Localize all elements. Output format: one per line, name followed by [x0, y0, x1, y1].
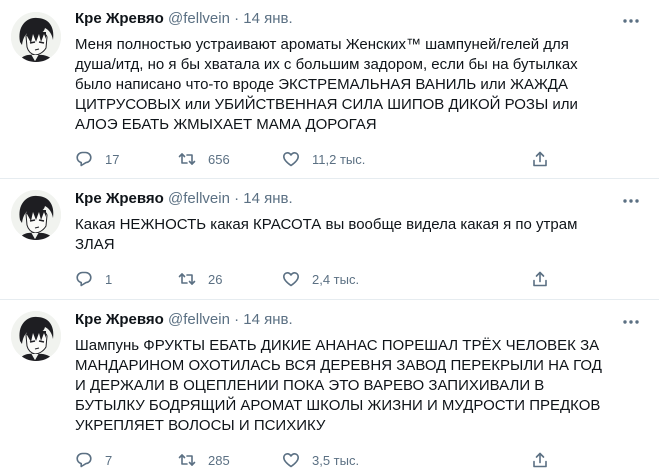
like-count: 3,5 тыс.	[312, 452, 360, 468]
author-name[interactable]: Кре Жревяо	[75, 10, 164, 27]
tweet[interactable]: Кре Жревяо @fellvein · 14 янв. Шампунь Ф…	[0, 300, 659, 476]
tweet-text: Какая НЕЖНОСТЬ какая КРАСОТА вы вообще в…	[75, 216, 578, 253]
separator-dot: ·	[234, 311, 240, 328]
more-icon[interactable]	[621, 11, 641, 31]
tweet-text: Шампунь ФРУКТЫ ЕБАТЬ ДИКИЕ АНАНАС ПОРЕША…	[75, 337, 602, 434]
retweet-icon	[178, 153, 196, 165]
share-button[interactable]	[531, 269, 549, 289]
avatar[interactable]	[11, 311, 61, 361]
author-handle[interactable]: @fellvein	[168, 190, 230, 207]
retweet-button[interactable]: 285	[178, 450, 230, 470]
separator-dot: ·	[234, 190, 240, 207]
like-icon	[283, 453, 299, 468]
tweet-text: Меня полностью устраивают ароматы Женски…	[75, 36, 578, 133]
reply-icon	[76, 271, 92, 287]
reply-button[interactable]: 1	[75, 269, 112, 289]
like-count: 2,4 тыс.	[312, 271, 360, 287]
reply-button[interactable]: 7	[75, 450, 112, 470]
tweet-actions: 17 656 11,2 тыс.	[75, 149, 595, 169]
tweet-header: Кре Жревяо @fellvein · 14 янв.	[75, 189, 293, 209]
like-icon	[283, 152, 299, 167]
reply-button[interactable]: 17	[75, 149, 119, 169]
tweet[interactable]: Кре Жревяо @fellvein · 14 янв. Какая НЕЖ…	[0, 179, 659, 300]
author-name[interactable]: Кре Жревяо	[75, 311, 164, 328]
author-name[interactable]: Кре Жревяо	[75, 190, 164, 207]
avatar[interactable]	[11, 190, 61, 240]
like-button[interactable]: 2,4 тыс.	[282, 269, 359, 289]
share-icon	[533, 271, 547, 287]
share-button[interactable]	[531, 450, 549, 470]
tweet-header: Кре Жревяо @fellvein · 14 янв.	[75, 9, 293, 29]
tweet-date[interactable]: 14 янв.	[243, 311, 292, 328]
retweet-count: 285	[208, 452, 230, 468]
like-button[interactable]: 11,2 тыс.	[282, 149, 365, 169]
tweet-actions: 7 285 3,5 тыс.	[75, 450, 595, 470]
avatar[interactable]	[11, 12, 61, 62]
author-handle[interactable]: @fellvein	[168, 311, 230, 328]
separator-dot: ·	[234, 10, 240, 27]
tweet-actions: 1 26 2,4 тыс.	[75, 269, 595, 289]
retweet-icon	[178, 454, 196, 466]
reply-icon	[76, 151, 92, 167]
retweet-button[interactable]: 26	[178, 269, 222, 289]
share-icon	[533, 452, 547, 468]
tweet-header: Кре Жревяо @fellvein · 14 янв.	[75, 310, 293, 330]
share-button[interactable]	[531, 149, 549, 169]
retweet-count: 26	[208, 271, 223, 287]
reply-count: 1	[105, 271, 113, 287]
retweet-count: 656	[208, 151, 230, 167]
like-count: 11,2 тыс.	[312, 151, 366, 167]
retweet-icon	[178, 273, 196, 285]
tweet[interactable]: Кре Жревяо @fellvein · 14 янв. Меня полн…	[0, 0, 659, 179]
retweet-button[interactable]: 656	[178, 149, 230, 169]
reply-icon	[76, 452, 92, 468]
reply-count: 7	[105, 452, 113, 468]
reply-count: 17	[105, 151, 120, 167]
like-button[interactable]: 3,5 тыс.	[282, 450, 359, 470]
author-handle[interactable]: @fellvein	[168, 10, 230, 27]
more-icon[interactable]	[621, 191, 641, 211]
like-icon	[283, 272, 299, 287]
more-icon[interactable]	[621, 312, 641, 332]
share-icon	[533, 151, 547, 167]
tweet-date[interactable]: 14 янв.	[243, 190, 292, 207]
tweet-date[interactable]: 14 янв.	[243, 10, 292, 27]
